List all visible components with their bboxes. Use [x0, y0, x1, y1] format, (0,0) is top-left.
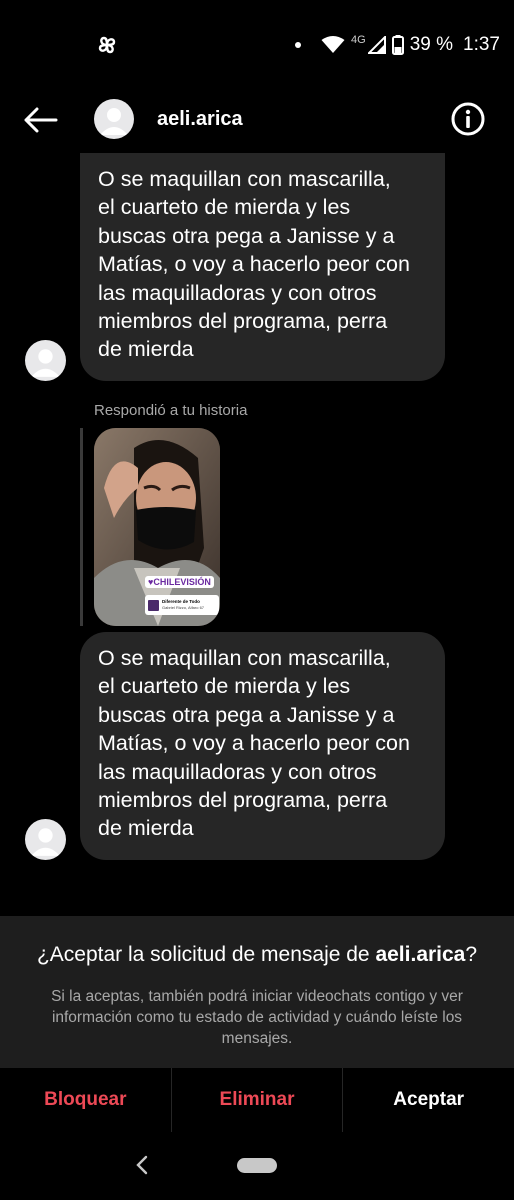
story-reply-divider [80, 428, 83, 626]
clock: 1:37 [463, 34, 500, 55]
wifi-icon [321, 36, 345, 53]
request-title: ¿Aceptar la solicitud de mensaje de aeli… [0, 943, 514, 967]
story-reply-label: Respondió a tu historia [94, 402, 248, 419]
sender-avatar[interactable] [25, 340, 66, 381]
message-bubble[interactable]: O se maquillan con mascarilla, el cuarte… [80, 632, 445, 860]
signal-icon [367, 36, 386, 54]
story-thumbnail[interactable]: ♥CHILEVISIÓN Diferente de Todo Gabriel R… [94, 428, 220, 626]
battery-percent: 39 % [409, 34, 454, 55]
default-avatar-icon [100, 108, 128, 135]
sender-avatar[interactable] [25, 819, 66, 860]
notification-dot-icon [295, 42, 302, 48]
battery-icon [391, 35, 404, 55]
network-type: 4G [351, 34, 366, 46]
request-title-user: aeli.arica [375, 943, 466, 966]
message-request-panel: ¿Aceptar la solicitud de mensaje de aeli… [0, 916, 514, 1068]
request-description: Si la aceptas, también podrá iniciar vid… [51, 988, 463, 1047]
header-avatar[interactable] [94, 99, 134, 139]
request-title-prefix: ¿Aceptar la solicitud de mensaje de [36, 943, 376, 966]
block-button[interactable]: Bloquear [0, 1068, 172, 1132]
request-action-bar: Bloquear Eliminar Aceptar [0, 1068, 514, 1132]
pinwheel-icon [98, 36, 116, 54]
story-location-sticker: Diferente de Todo Gabriel Rizzo, Alfaro … [145, 595, 219, 615]
nav-back-icon[interactable] [134, 1154, 150, 1176]
accept-button[interactable]: Aceptar [343, 1068, 514, 1132]
delete-button[interactable]: Eliminar [172, 1068, 344, 1132]
story-channel-tag: ♥CHILEVISIÓN [145, 576, 214, 588]
header-username[interactable]: aeli.arica [157, 108, 243, 131]
default-avatar-icon [31, 349, 60, 377]
default-avatar-icon [31, 828, 60, 856]
location-subtitle: Gabriel Rizzo, Alfaro 67 [162, 605, 205, 610]
status-indicators: 4G 39 % 1:37 [295, 34, 500, 56]
back-arrow-icon[interactable] [18, 98, 62, 142]
location-logo-icon [148, 599, 159, 611]
request-title-suffix: ? [465, 943, 478, 966]
info-icon[interactable] [450, 101, 486, 137]
nav-home-pill[interactable] [237, 1158, 277, 1173]
message-bubble[interactable]: O se maquillan con mascarilla, el cuarte… [80, 153, 445, 381]
